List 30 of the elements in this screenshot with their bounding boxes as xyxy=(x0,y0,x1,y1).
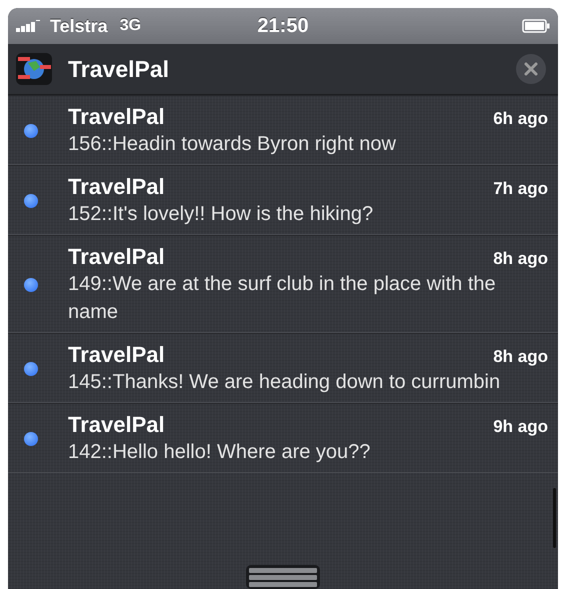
notification-message: 145::Thanks! We are heading down to currumbin xyxy=(68,370,502,395)
notification-message: 156::Headin towards Byron right now xyxy=(68,132,397,157)
clock-time: 21:50 xyxy=(257,14,309,38)
notification-message: 149::We are at the surf club in the place with the name xyxy=(68,272,497,325)
notification-title: TravelPal xyxy=(68,342,165,368)
close-icon xyxy=(523,61,539,77)
battery-icon xyxy=(522,19,550,33)
pull-handle[interactable] xyxy=(246,565,320,589)
notification-item[interactable]: TravelPal 6h ago 156::Headin towards Byron right now xyxy=(8,95,558,165)
notification-title: TravelPal xyxy=(68,412,165,438)
notification-item[interactable]: TravelPal 7h ago 152::It's lovely!! How is the hiking? xyxy=(8,165,558,235)
network-type: 3G xyxy=(120,17,142,35)
carrier-name: Telstra xyxy=(50,16,108,36)
notification-time: 8h ago xyxy=(493,249,548,269)
notification-item[interactable]: TravelPal 8h ago 145::Thanks! We are heading down to currumbin xyxy=(8,333,558,403)
notification-item[interactable]: TravelPal 8h ago 149::We are at the surf club in the place with the name xyxy=(8,235,558,333)
notification-title: TravelPal xyxy=(68,244,165,270)
globe-app-icon xyxy=(16,53,52,85)
notification-time: 7h ago xyxy=(493,179,548,199)
close-button[interactable] xyxy=(516,54,546,84)
app-title: TravelPal xyxy=(68,56,170,82)
notification-time: 6h ago xyxy=(493,109,548,129)
notification-item[interactable]: TravelPal 9h ago 142::Hello hello! Where are you?? xyxy=(8,403,558,473)
notification-title: TravelPal xyxy=(68,174,165,200)
notification-message: 142::Hello hello! Where are you?? xyxy=(68,440,372,465)
notification-time: 8h ago xyxy=(493,347,548,367)
notification-time: 9h ago xyxy=(493,417,548,437)
scroll-indicator xyxy=(553,488,556,548)
notification-message: 152::It's lovely!! How is the hiking? xyxy=(68,202,374,227)
notification-title: TravelPal xyxy=(68,104,165,130)
